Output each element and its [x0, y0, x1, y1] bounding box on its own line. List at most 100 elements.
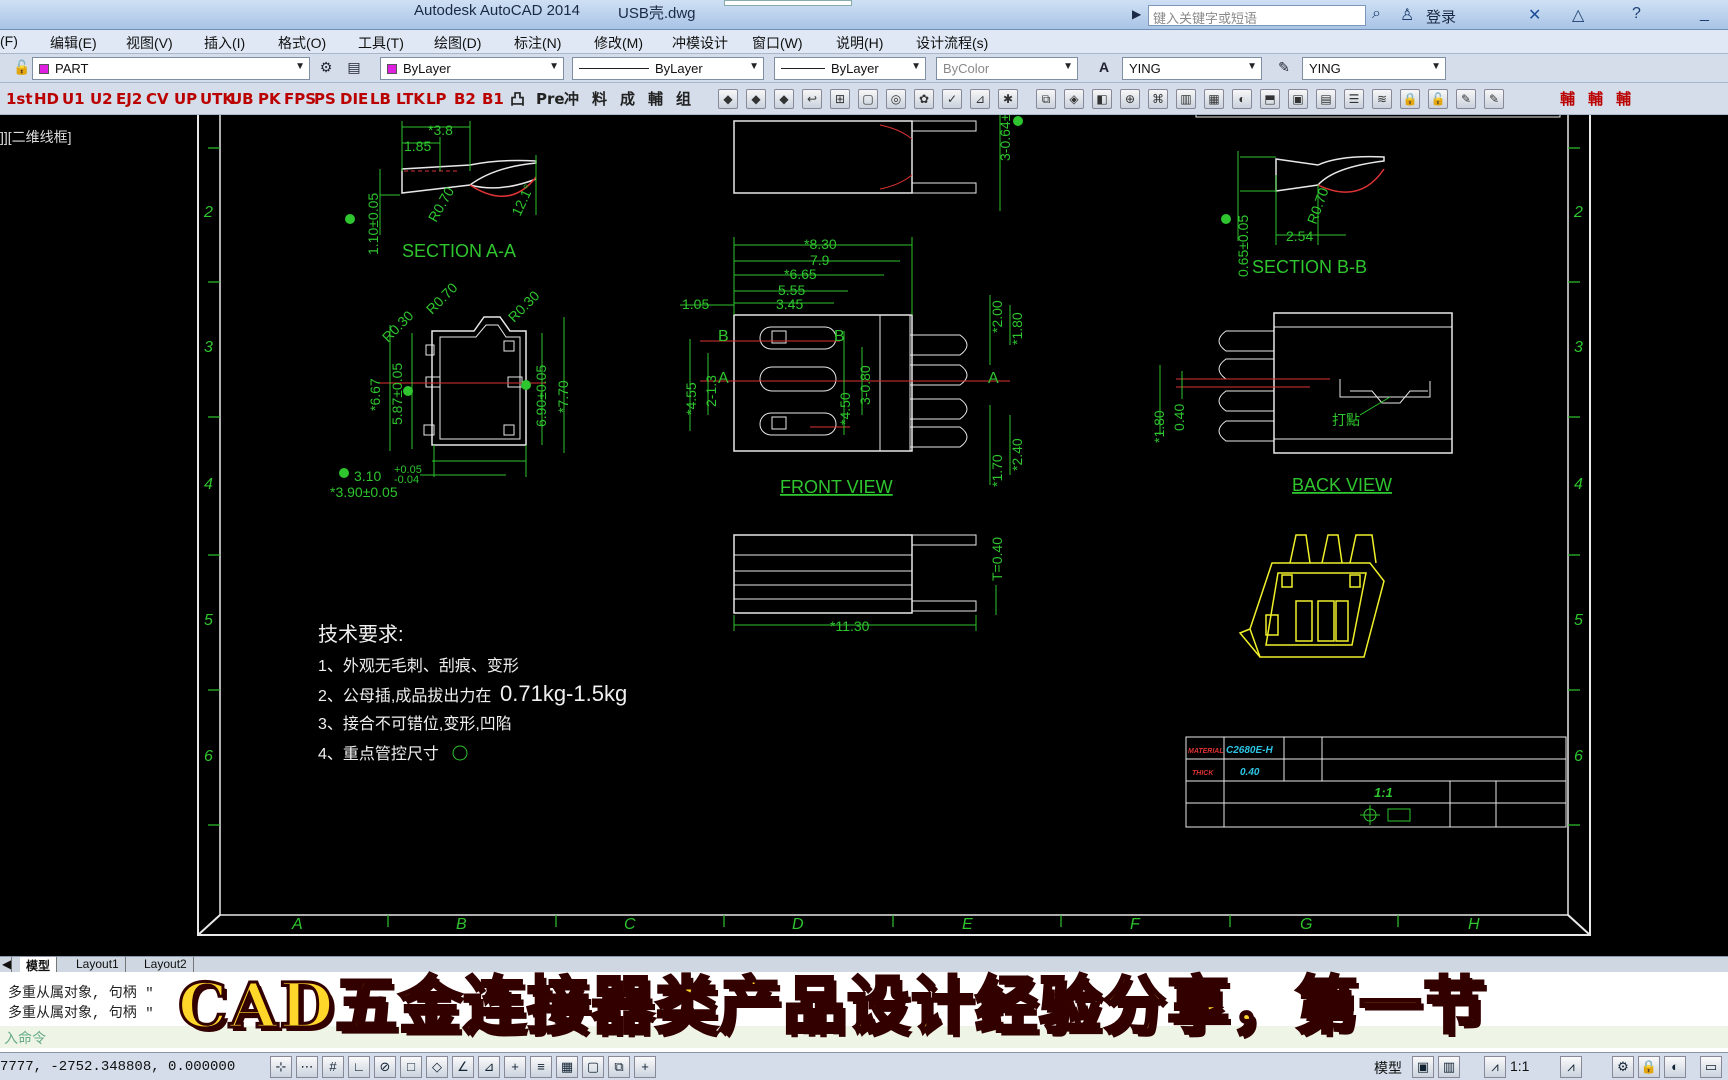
polar-icon[interactable]: ⊘	[374, 1056, 396, 1078]
tool-icon-10[interactable]: ⊿	[970, 89, 990, 109]
tool-icon-9[interactable]: ✓	[942, 89, 962, 109]
cmd-button-ej2[interactable]: EJ2	[116, 88, 142, 110]
cmd-button-lb[interactable]: LB	[370, 88, 391, 110]
tool-icon-13[interactable]: ◈	[1064, 89, 1084, 109]
cmd-button-u1[interactable]: U1	[62, 88, 85, 110]
cmd-button-ub[interactable]: UB	[230, 88, 254, 110]
tool-icon-20[interactable]: ⬒	[1260, 89, 1280, 109]
text-style-icon[interactable]: A	[1094, 59, 1114, 79]
login-button[interactable]: 登录	[1426, 6, 1456, 27]
menu-draw[interactable]: 绘图(D)	[434, 33, 481, 53]
lineweight-icon[interactable]: ≡	[530, 1056, 552, 1078]
dyn-icon[interactable]: +	[504, 1056, 526, 1078]
menu-design-flow[interactable]: 设计流程(s)	[916, 33, 988, 53]
menu-help[interactable]: 说明(H)	[836, 33, 883, 53]
annotation-scale-value[interactable]: 1:1	[1510, 1058, 1529, 1074]
menu-edit[interactable]: 编辑(E)	[50, 33, 97, 53]
menu-modify[interactable]: 修改(M)	[594, 33, 643, 53]
cmd-button-u2[interactable]: U2	[90, 88, 113, 110]
color-dropdown[interactable]: ByLayer ▼	[380, 57, 564, 80]
minimize-icon[interactable]: _	[1700, 5, 1709, 23]
dim-style-dropdown[interactable]: YING ▼	[1302, 57, 1446, 80]
cmd-button-up[interactable]: UP	[174, 88, 197, 110]
cmd-button-fu-3[interactable]: 輔	[1616, 88, 1631, 110]
cmd-button-pk[interactable]: PK	[258, 88, 281, 110]
search-input[interactable]: 键入关键字或短语	[1148, 5, 1366, 26]
cmd-button-ps[interactable]: PS	[314, 88, 336, 110]
cmd-button-chong[interactable]: 冲	[564, 88, 579, 110]
menu-insert[interactable]: 插入(I)	[204, 33, 245, 53]
binoculars-icon[interactable]: ⌕	[1372, 5, 1381, 23]
cmd-button-liao[interactable]: 料	[592, 88, 607, 110]
tool-icon-27[interactable]: ✎	[1456, 89, 1476, 109]
layer-state-icon[interactable]: 🔓	[12, 59, 32, 79]
model-space-label[interactable]: 模型	[1374, 1058, 1402, 1078]
annotation-scale-icon[interactable]: ⩘	[1484, 1056, 1506, 1078]
tool-icon-5[interactable]: ⊞	[830, 89, 850, 109]
menu-window[interactable]: 窗口(W)	[752, 33, 803, 53]
tool-icon-2[interactable]: ◆	[746, 89, 766, 109]
menu-tools[interactable]: 工具(T)	[358, 33, 404, 53]
annotation-visibility-icon[interactable]: ⩘	[1560, 1056, 1582, 1078]
quick-view-layouts-icon[interactable]: ▣	[1412, 1056, 1434, 1078]
menu-file[interactable]: (F)	[0, 33, 18, 49]
help-icon[interactable]: ?	[1632, 5, 1641, 23]
tool-icon-16[interactable]: ⌘	[1148, 89, 1168, 109]
selection-cycling-icon[interactable]: ⧉	[608, 1056, 630, 1078]
tool-icon-28[interactable]: ✎	[1484, 89, 1504, 109]
cmd-button-pre[interactable]: Pre	[536, 88, 565, 110]
snap-mode-icon[interactable]: ⋯	[296, 1056, 318, 1078]
tool-icon-11[interactable]: ✱	[998, 89, 1018, 109]
hardware-acceleration-icon[interactable]: ◐	[1664, 1056, 1686, 1078]
cmd-button-utk[interactable]: UTK	[200, 88, 234, 110]
user-icon[interactable]: ♙	[1400, 5, 1414, 25]
ucs-icon[interactable]: ⊿	[478, 1056, 500, 1078]
cmd-button-cheng[interactable]: 成	[620, 88, 635, 110]
tool-icon-17[interactable]: ▥	[1176, 89, 1196, 109]
viewport-label[interactable]: ]][二维线框]	[0, 127, 72, 147]
cmd-button-fu-2[interactable]: 輔	[1588, 88, 1603, 110]
cmd-button-die[interactable]: DIE	[340, 88, 368, 110]
layer-properties-icon[interactable]: ⚙	[316, 59, 336, 79]
search-expand-icon[interactable]: ▶	[1132, 7, 1141, 21]
triangle-help-icon[interactable]: △	[1572, 5, 1584, 25]
layer-dropdown[interactable]: PART ▼	[32, 57, 310, 80]
grid-icon[interactable]: #	[322, 1056, 344, 1078]
tool-icon-14[interactable]: ◧	[1092, 89, 1112, 109]
tool-icon-21[interactable]: ▣	[1288, 89, 1308, 109]
dim-style-icon[interactable]: ✎	[1274, 59, 1294, 79]
3d-osnap-icon[interactable]: ◇	[426, 1056, 448, 1078]
cmd-button-b2[interactable]: B2	[454, 88, 476, 110]
plotstyle-dropdown[interactable]: ByColor ▼	[936, 57, 1078, 80]
tool-icon-1[interactable]: ◆	[718, 89, 738, 109]
tool-icon-4[interactable]: ↩	[802, 89, 822, 109]
cmd-button-ltk[interactable]: LTK	[396, 88, 425, 110]
exchange-icon[interactable]: ✕	[1528, 5, 1541, 25]
menu-format[interactable]: 格式(O)	[278, 33, 326, 53]
tool-icon-6[interactable]: ▢	[858, 89, 878, 109]
cmd-button-zu[interactable]: 组	[676, 88, 691, 110]
tool-icon-22[interactable]: ▤	[1316, 89, 1336, 109]
tool-icon-12[interactable]: ⧉	[1036, 89, 1056, 109]
tool-icon-3[interactable]: ◆	[774, 89, 794, 109]
tool-icon-7[interactable]: ◎	[886, 89, 906, 109]
tool-icon-18[interactable]: ▦	[1204, 89, 1224, 109]
cmd-button-punch[interactable]: 凸	[510, 88, 525, 110]
layer-previous-icon[interactable]: ▤	[344, 59, 364, 79]
menu-dimension[interactable]: 标注(N)	[514, 33, 561, 53]
tool-icon-19[interactable]: ◐	[1232, 89, 1252, 109]
tool-icon-15[interactable]: ⊕	[1120, 89, 1140, 109]
cmd-button-fu-1[interactable]: 輔	[1560, 88, 1575, 110]
ortho-icon[interactable]: ∟	[348, 1056, 370, 1078]
tab-layout1[interactable]: Layout1	[70, 957, 126, 973]
menu-view[interactable]: 视图(V)	[126, 33, 173, 53]
cmd-button-fps[interactable]: FPS	[284, 88, 316, 110]
workspace-switch-icon[interactable]: ⚙	[1612, 1056, 1634, 1078]
cmd-button-1st[interactable]: 1st	[6, 88, 33, 110]
lineweight-dropdown[interactable]: ByLayer ▼	[774, 57, 926, 80]
otrack-icon[interactable]: ∠	[452, 1056, 474, 1078]
clean-screen-icon[interactable]: ▭	[1700, 1056, 1722, 1078]
cmd-button-b1[interactable]: B1	[482, 88, 504, 110]
quick-properties-icon[interactable]: ▢	[582, 1056, 604, 1078]
infer-constraints-icon[interactable]: ⊹	[270, 1056, 292, 1078]
